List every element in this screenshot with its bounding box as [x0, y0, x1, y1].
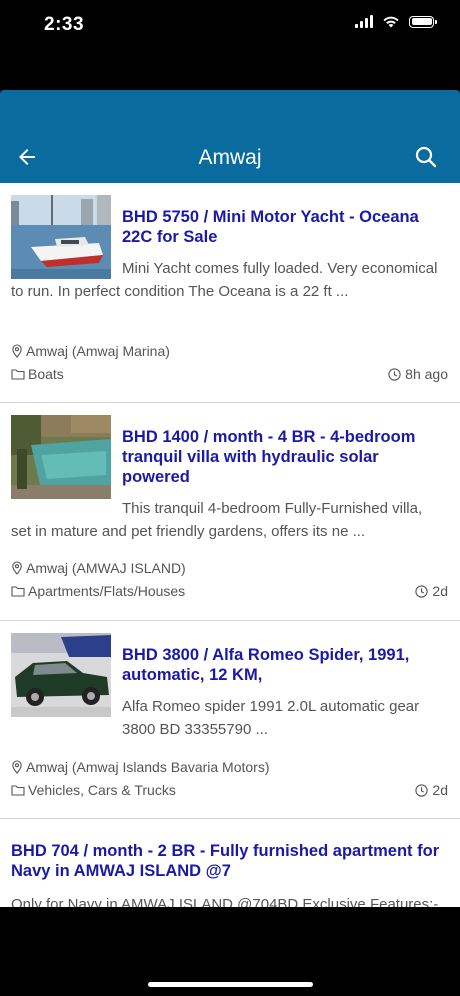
listing-description: Mini Yacht comes fully loaded. Very econ… [11, 257, 446, 303]
listing-time: 8h ago [405, 366, 448, 382]
listing-location: Amwaj (Amwaj Marina) [26, 343, 170, 359]
listing-description-text: Mini Yacht comes fully loaded. Very econ… [11, 260, 438, 300]
listing-description: This tranquil 4-bedroom Fully-Furnished … [11, 497, 446, 543]
listing-title[interactable]: BHD 3800 / Alfa Romeo Spider, 1991, auto… [122, 645, 446, 685]
listing-title[interactable]: BHD 1400 / month - 4 BR - 4-bedroom tran… [122, 427, 446, 487]
listing-item[interactable]: BHD 1400 / month - 4 BR - 4-bedroom tran… [0, 403, 460, 621]
clock-icon [415, 783, 429, 797]
folder-icon [11, 586, 25, 597]
status-time: 2:33 [44, 14, 85, 35]
status-icons [355, 15, 437, 28]
folder-icon [11, 369, 25, 380]
listing-description-text: Only for Navy in AMWAJ ISLAND @704BD Exc… [11, 896, 439, 907]
listing-location-row: Amwaj (Amwaj Marina) [11, 343, 448, 359]
listing-meta-row: Vehicles, Cars & Trucks 2d [11, 782, 448, 798]
notch [114, 0, 346, 34]
listing-meta-row: Apartments/Flats/Houses 2d [11, 583, 448, 599]
folder-icon [11, 785, 25, 796]
phone-screen: 2:33 Amwaj BHD 5750 / Mini Motor Yacht -… [0, 0, 460, 996]
listing-item[interactable]: BHD 3800 / Alfa Romeo Spider, 1991, auto… [0, 621, 460, 819]
page-title: Amwaj [198, 146, 262, 169]
clock-icon [388, 367, 401, 381]
listing-location-row: Amwaj (Amwaj Islands Bavaria Motors) [11, 759, 448, 775]
listing-feed[interactable]: BHD 5750 / Mini Motor Yacht - Oceana 22C… [0, 183, 460, 907]
listing-category: Boats [28, 366, 64, 382]
listing-thumbnail-car [11, 633, 111, 717]
status-bar: 2:33 [0, 0, 460, 50]
home-indicator[interactable] [148, 982, 313, 987]
listing-category: Apartments/Flats/Houses [28, 583, 186, 599]
clock-icon [415, 584, 429, 598]
map-pin-icon [12, 344, 22, 358]
app-bar: Amwaj [0, 90, 460, 183]
map-pin-icon [12, 561, 22, 575]
listing-time: 2d [432, 782, 448, 798]
listing-description-text: This tranquil 4-bedroom Fully-Furnished … [11, 500, 423, 540]
listing-location-row: Amwaj (AMWAJ ISLAND) [11, 560, 448, 576]
wifi-icon [383, 16, 399, 28]
listing-description: Alfa Romeo spider 1991 2.0L automatic ge… [122, 695, 446, 741]
listing-description: Only for Navy in AMWAJ ISLAND @704BD Exc… [11, 893, 446, 907]
search-icon[interactable] [414, 145, 438, 169]
listing-description-text: Alfa Romeo spider 1991 2.0L automatic ge… [122, 698, 420, 738]
listing-meta-row: Boats 8h ago [11, 366, 448, 382]
listing-category: Vehicles, Cars & Trucks [28, 782, 176, 798]
listing-thumbnail-villa [11, 415, 111, 499]
listing-title[interactable]: BHD 704 / month - 2 BR - Fully furnished… [11, 841, 446, 881]
listing-time: 2d [432, 583, 448, 599]
listing-location: Amwaj (Amwaj Islands Bavaria Motors) [26, 759, 270, 775]
listing-item[interactable]: BHD 5750 / Mini Motor Yacht - Oceana 22C… [0, 183, 460, 403]
map-pin-icon [12, 760, 22, 774]
cellular-signal-icon [355, 15, 373, 28]
listing-location: Amwaj (AMWAJ ISLAND) [26, 560, 186, 576]
listing-item[interactable]: BHD 704 / month - 2 BR - Fully furnished… [0, 819, 460, 907]
battery-icon [409, 15, 437, 28]
listing-title[interactable]: BHD 5750 / Mini Motor Yacht - Oceana 22C… [122, 207, 446, 247]
